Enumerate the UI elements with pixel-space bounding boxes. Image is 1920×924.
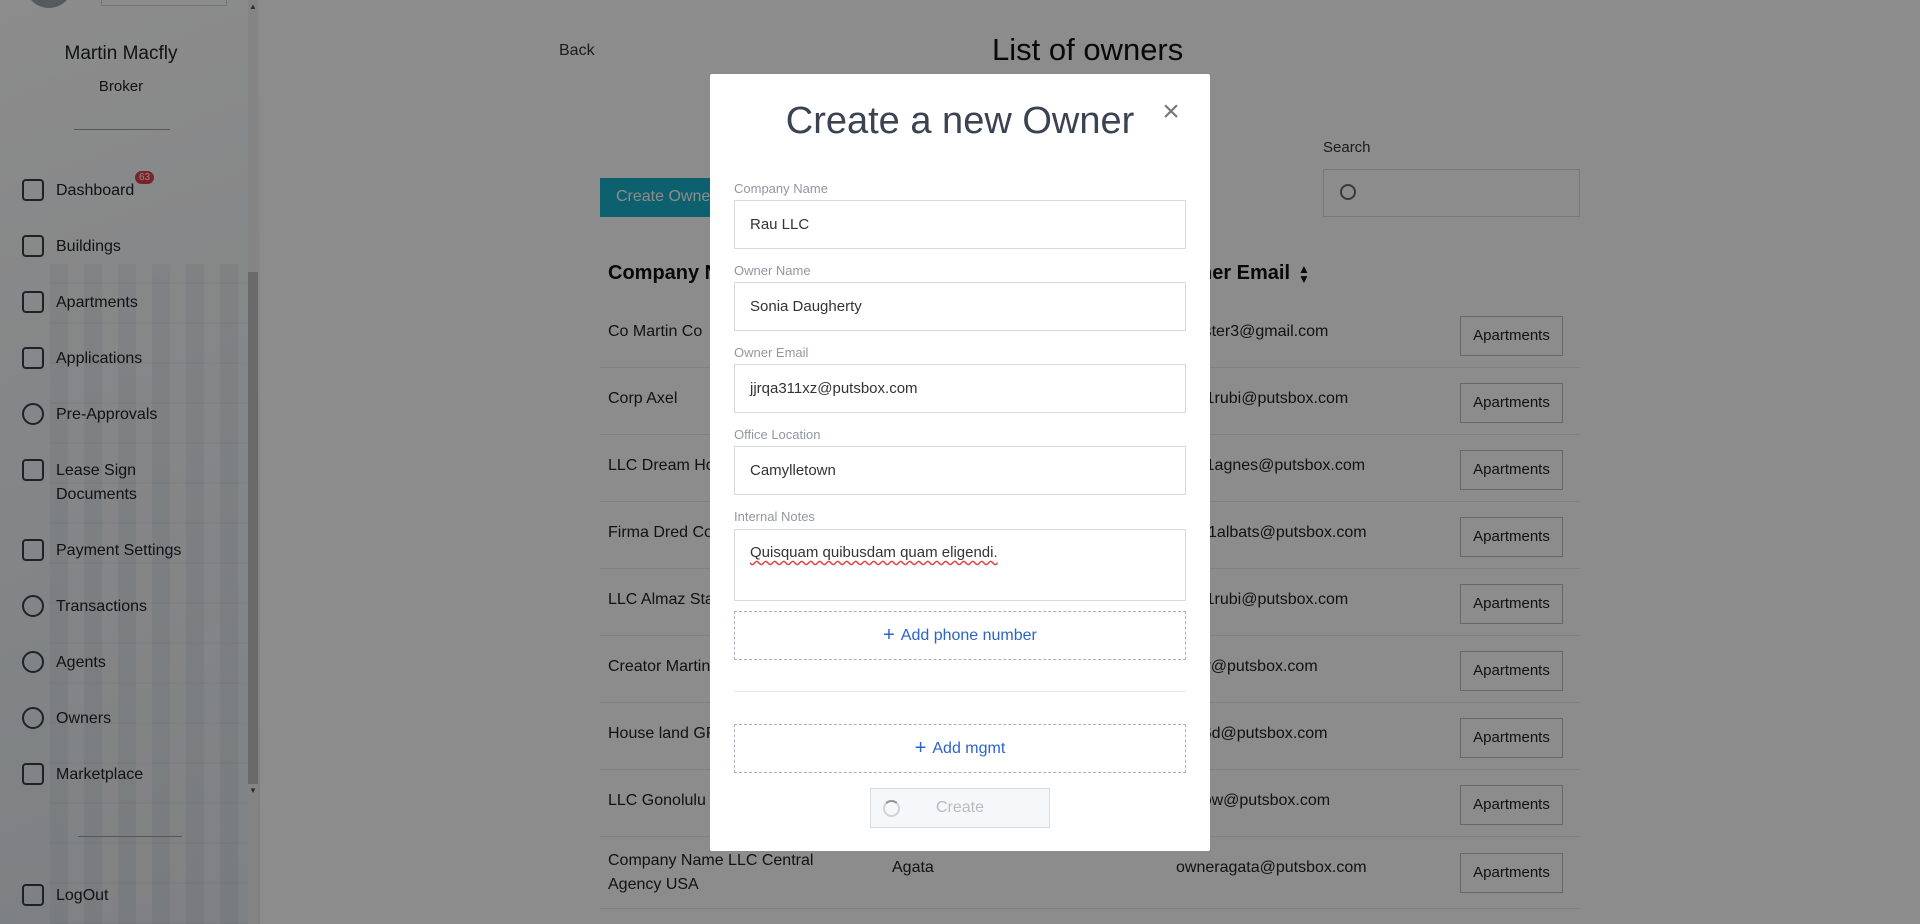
- owner-name-field[interactable]: Sonia Daugherty: [734, 282, 1186, 331]
- owner-email-field[interactable]: jjrqa311xz@putsbox.com: [734, 364, 1186, 413]
- internal-notes-field[interactable]: Quisquam quibusdam quam eligendi.: [734, 529, 1186, 601]
- modal-divider: [734, 691, 1186, 692]
- company-name-label: Company Name: [734, 181, 828, 196]
- plus-icon: +: [914, 737, 927, 759]
- add-mgmt-label: Add mgmt: [932, 740, 1006, 757]
- plus-icon: +: [883, 624, 895, 646]
- add-phone-label: Add phone number: [900, 627, 1037, 644]
- loading-spinner-icon: [883, 800, 900, 817]
- modal-title: Create a new Owner: [785, 100, 1135, 142]
- internal-notes-text: Quisquam quibusdam quam eligendi.: [750, 544, 998, 561]
- create-button[interactable]: Create: [870, 788, 1050, 828]
- company-name-field[interactable]: Rau LLC: [734, 200, 1186, 249]
- office-location-label: Office Location: [734, 427, 821, 442]
- owner-email-label: Owner Email: [734, 345, 809, 360]
- owner-name-label: Owner Name: [734, 263, 811, 278]
- internal-notes-label: Internal Notes: [734, 509, 815, 524]
- create-label: Create: [935, 799, 985, 816]
- create-owner-modal: Create a new Owner × Company Name Rau LL…: [710, 74, 1210, 851]
- office-location-field[interactable]: Camylletown: [734, 446, 1186, 495]
- close-icon[interactable]: ×: [1158, 97, 1184, 127]
- add-phone-number-button[interactable]: + Add phone number: [734, 611, 1186, 660]
- add-mgmt-button[interactable]: + Add mgmt: [734, 724, 1186, 773]
